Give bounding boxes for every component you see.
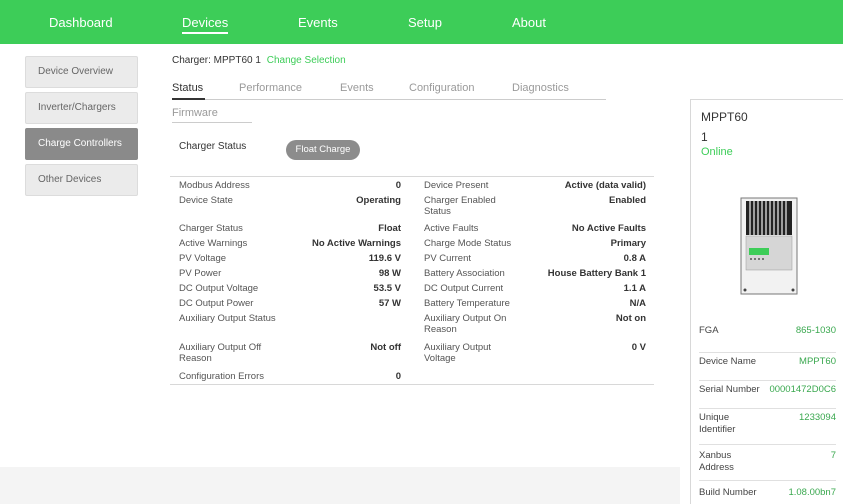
detail-row-unique-identifier: Unique Identifier 1233094 <box>699 409 836 445</box>
value-auxiliary-output-off-reason: Not off <box>370 342 401 353</box>
sidebar-item-inverter-chargers[interactable]: Inverter/Chargers <box>25 92 138 124</box>
detail-value-device-name: MPPT60 <box>799 356 836 367</box>
value-charger-enabled-status: Enabled <box>609 195 646 206</box>
device-info-panel: MPPT60 1 Online FGA 865-1030 Device Name… <box>690 99 843 504</box>
label-device-present: Device Present <box>424 180 489 191</box>
label-auxiliary-output-off-reason: Auxiliary Output Off Reason <box>179 342 262 364</box>
sidebar: Device Overview Inverter/Chargers Charge… <box>25 56 138 200</box>
value-dc-output-current: 1.1 A <box>623 283 646 294</box>
detail-value-build-number: 1.08.00bn7 <box>788 487 836 498</box>
value-configuration-errors: 0 <box>395 371 401 382</box>
value-modbus-address: 0 <box>395 180 401 191</box>
value-battery-association: House Battery Bank 1 <box>547 268 646 279</box>
detail-row-xanbus-address: Xanbus Address 7 <box>699 445 836 481</box>
nav-devices[interactable]: Devices <box>182 15 229 34</box>
label-pv-power: PV Power <box>179 268 222 279</box>
value-active-warnings: No Active Warnings <box>311 238 401 249</box>
label-battery-temperature: Battery Temperature <box>424 298 510 309</box>
label-auxiliary-output-voltage: Auxiliary Output Voltage <box>424 342 492 364</box>
value-dc-output-power: 57 W <box>378 298 401 309</box>
detail-key-build-number: Build Number <box>699 487 757 498</box>
charger-status-badge: Float Charge <box>286 140 360 160</box>
change-selection-link[interactable]: Change Selection <box>267 55 346 66</box>
label-modbus-address: Modbus Address <box>179 180 250 191</box>
nav-dashboard[interactable]: Dashboard <box>49 15 113 30</box>
charger-title: Charger: MPPT60 1 <box>172 55 261 66</box>
detail-tabs: Status Performance Events Configuration … <box>172 82 606 100</box>
nav-events[interactable]: Events <box>298 15 338 30</box>
label-pv-current: PV Current <box>424 253 471 264</box>
label-active-faults: Active Faults <box>424 223 479 234</box>
value-dc-output-voltage: 53.5 V <box>373 283 401 294</box>
label-auxiliary-output-status: Auxiliary Output Status <box>179 313 276 324</box>
label-battery-association: Battery Association <box>424 268 505 279</box>
value-auxiliary-output-voltage: 0 V <box>631 342 646 353</box>
tab-status[interactable]: Status <box>172 82 203 94</box>
tab-events[interactable]: Events <box>340 82 374 94</box>
label-device-state: Device State <box>179 195 233 206</box>
detail-row-fga: FGA 865-1030 <box>699 325 836 353</box>
detail-key-xanbus-address: Xanbus Address <box>699 450 734 473</box>
label-charger-enabled-status: Charger Enabled Status <box>424 195 496 217</box>
sidebar-item-other-devices[interactable]: Other Devices <box>25 164 138 196</box>
detail-key-fga: FGA <box>699 325 719 336</box>
detail-row-device-name: Device Name MPPT60 <box>699 353 836 381</box>
table-divider <box>170 176 654 177</box>
detail-key-device-name: Device Name <box>699 356 757 367</box>
label-configuration-errors: Configuration Errors <box>179 371 265 382</box>
device-model-name: MPPT60 <box>701 110 748 124</box>
label-charge-mode-status: Charge Mode Status <box>424 238 512 249</box>
detail-value-serial-number: 00001472D0C6 <box>769 384 836 395</box>
value-charge-mode-status: Primary <box>610 238 646 249</box>
value-charger-status: Float <box>378 223 401 234</box>
charger-selection-line: Charger: MPPT60 1 Change Selection <box>172 55 346 66</box>
value-pv-voltage: 119.6 V <box>368 253 401 264</box>
value-auxiliary-output-on-reason: Not on <box>615 313 646 324</box>
detail-value-xanbus-address: 7 <box>830 450 836 461</box>
device-number: 1 <box>701 130 708 144</box>
detail-key-unique-identifier: Unique Identifier <box>699 412 736 435</box>
sidebar-item-device-overview[interactable]: Device Overview <box>25 56 138 88</box>
detail-row-serial-number: Serial Number 00001472D0C6 <box>699 381 836 409</box>
value-device-state: Operating <box>356 195 401 206</box>
detail-row-build-number: Build Number 1.08.00bn7 <box>699 481 836 504</box>
charger-status-label: Charger Status <box>179 141 247 152</box>
tab-diagnostics[interactable]: Diagnostics <box>512 82 569 94</box>
active-tab-indicator <box>172 98 205 100</box>
detail-value-unique-identifier: 1233094 <box>799 412 836 423</box>
tab-configuration[interactable]: Configuration <box>409 82 474 94</box>
label-dc-output-power: DC Output Power <box>179 298 254 309</box>
sidebar-item-charge-controllers[interactable]: Charge Controllers <box>25 128 138 160</box>
tab-performance[interactable]: Performance <box>239 82 302 94</box>
value-pv-power: 98 W <box>378 268 401 279</box>
label-charger-status: Charger Status <box>179 223 243 234</box>
label-auxiliary-output-on-reason: Auxiliary Output On Reason <box>424 313 507 335</box>
value-active-faults: No Active Faults <box>571 223 646 234</box>
tab-firmware[interactable]: Firmware <box>172 107 252 123</box>
charge-controller-image <box>740 197 798 295</box>
footer-band <box>0 467 680 504</box>
label-pv-voltage: PV Voltage <box>179 253 227 264</box>
value-pv-current: 0.8 A <box>623 253 646 264</box>
value-device-present: Active (data valid) <box>564 180 646 191</box>
label-dc-output-current: DC Output Current <box>424 283 504 294</box>
detail-value-fga: 865-1030 <box>795 325 836 336</box>
top-nav-bar: Dashboard Devices Events Setup About <box>0 0 843 44</box>
device-online-status: Online <box>701 146 733 158</box>
label-dc-output-voltage: DC Output Voltage <box>179 283 259 294</box>
nav-about[interactable]: About <box>512 15 546 30</box>
table-divider <box>170 384 654 385</box>
label-active-warnings: Active Warnings <box>179 238 248 249</box>
detail-key-serial-number: Serial Number <box>699 384 760 395</box>
nav-setup[interactable]: Setup <box>408 15 442 30</box>
value-battery-temperature: N/A <box>629 298 646 309</box>
